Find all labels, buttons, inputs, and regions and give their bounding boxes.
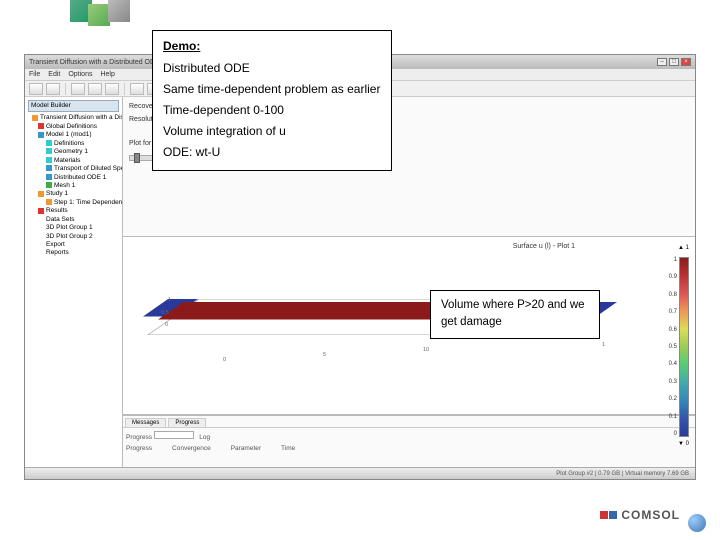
tree-node: Global Definitions	[28, 123, 119, 131]
toolbar-button[interactable]	[130, 83, 144, 95]
plot-title: Surface u (l) - Plot 1	[513, 243, 575, 250]
tree-header: Model Builder	[28, 100, 119, 112]
colorbar-ticks: 10.90.80.70.60.50.40.30.20.10	[669, 257, 677, 437]
callout-demo: Demo: Distributed ODE Same time-dependen…	[152, 30, 392, 171]
demo-line: Distributed ODE	[163, 59, 381, 77]
progress-label: Progress	[126, 434, 152, 441]
demo-title: Demo:	[163, 37, 381, 55]
col-parameter: Parameter	[231, 445, 261, 452]
demo-line: ODE: wt-U	[163, 143, 381, 161]
tree-node: Results	[28, 207, 119, 215]
demo-line: Same time-dependent problem as earlier	[163, 80, 381, 98]
col-convergence: Convergence	[172, 445, 211, 452]
status-bar: Plot Group #2 | 0.79 GB | Virtual memory…	[25, 467, 695, 479]
col-time: Time	[281, 445, 295, 452]
tree-node: 3D Plot Group 1	[28, 224, 119, 232]
tree-node: Model 1 (mod1)	[28, 131, 119, 139]
toolbar-button[interactable]	[29, 83, 43, 95]
demo-line: Time-dependent 0-100	[163, 101, 381, 119]
demo-line: Volume integration of u	[163, 122, 381, 140]
tree-node: Data Sets	[28, 216, 119, 224]
tree-node: Step 1: Time Dependent	[28, 199, 119, 207]
tab-progress[interactable]: Progress	[168, 418, 206, 427]
model-tree[interactable]: Model Builder Transient Diffusion with a…	[25, 97, 123, 467]
messages-panel: Messages Progress Progress Log Progress …	[123, 415, 695, 467]
comsol-logo: COMSOL	[600, 508, 680, 522]
corner-dot-icon	[688, 514, 706, 532]
slide-logo	[70, 0, 160, 28]
progress-bar	[154, 431, 194, 439]
toolbar-button[interactable]	[71, 83, 85, 95]
menu-file[interactable]: File	[29, 71, 40, 78]
menu-edit[interactable]: Edit	[48, 71, 60, 78]
col-progress: Progress	[126, 445, 152, 452]
callout-note: Volume where P>20 and we get damage	[430, 290, 600, 339]
maximize-button[interactable]: □	[669, 58, 679, 66]
tree-node: Transport of Diluted Species	[28, 165, 119, 173]
window-title: Transient Diffusion with a Distributed O…	[29, 59, 160, 66]
tree-node: Reports	[28, 249, 119, 257]
close-button[interactable]: ×	[681, 58, 691, 66]
tab-messages[interactable]: Messages	[125, 418, 166, 427]
tree-node: Materials	[28, 157, 119, 165]
tree-node: Mesh 1	[28, 182, 119, 190]
log-label: Log	[199, 434, 210, 441]
tree-node: Export	[28, 241, 119, 249]
tree-node: 3D Plot Group 2	[28, 233, 119, 241]
colorbar-max: ▲ 1	[678, 245, 689, 251]
toolbar-button[interactable]	[88, 83, 102, 95]
plot-3d[interactable]: Surface u (l) - Plot 1 1 0.5 0 0 5 10	[123, 237, 695, 415]
tree-node: Transient Diffusion with a Distributed_O…	[28, 114, 119, 122]
tree-node: Study 1	[28, 190, 119, 198]
tree-node: Definitions	[28, 140, 119, 148]
tree-node: Distributed ODE 1	[28, 174, 119, 182]
tree-node: Geometry 1	[28, 148, 119, 156]
toolbar-button[interactable]	[46, 83, 60, 95]
minimize-button[interactable]: –	[657, 58, 667, 66]
colorbar-min: ▼ 0	[678, 441, 689, 447]
toolbar-button[interactable]	[105, 83, 119, 95]
colorbar	[679, 257, 689, 437]
menu-help[interactable]: Help	[100, 71, 114, 78]
menu-options[interactable]: Options	[68, 71, 92, 78]
